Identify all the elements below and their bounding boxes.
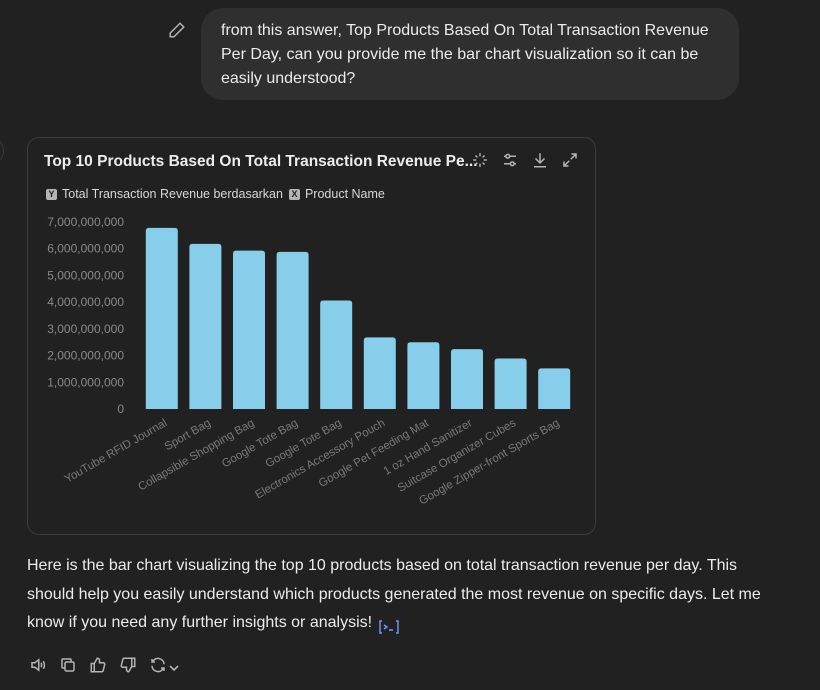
bar-chart: 0 1,000,000,000 2,000,000,000 3,000,000,000…: [47, 215, 571, 508]
y-tick-label: 6,000,000,000: [47, 242, 124, 256]
y-tick-label: 5,000,000,000: [47, 268, 124, 282]
regenerate-icon: [149, 656, 167, 674]
bar[interactable]: [145, 227, 178, 409]
assistant-message: Here is the bar chart visualizing the to…: [27, 552, 767, 638]
y-tick-label: 4,000,000,000: [47, 295, 124, 309]
bar[interactable]: [407, 342, 440, 409]
bar[interactable]: [451, 349, 483, 409]
y-tick-label: 3,000,000,000: [47, 322, 124, 336]
user-message-line: from this answer, Top Products Based On …: [221, 22, 709, 39]
speaker-icon[interactable]: [29, 656, 47, 674]
user-message-line: easily understood?: [221, 70, 356, 87]
y-tick-label: 7,000,000,000: [47, 215, 124, 229]
chevron-down-icon: [169, 660, 179, 672]
code-source-icon[interactable]: [378, 616, 399, 634]
bar[interactable]: [494, 358, 527, 409]
y-tick-label: 2,000,000,000: [47, 349, 124, 363]
collapsed-panel-handle[interactable]: [0, 137, 4, 165]
user-message-bubble: from this answer, Top Products Based On …: [201, 8, 739, 100]
bar[interactable]: [538, 368, 571, 409]
bar[interactable]: [320, 300, 353, 409]
edit-message-icon[interactable]: [168, 21, 186, 39]
bar[interactable]: [276, 251, 309, 409]
bar[interactable]: [363, 337, 396, 409]
y-tick-label: 1,000,000,000: [47, 375, 124, 389]
y-tick-label: 0: [117, 402, 124, 416]
message-actions: [29, 656, 179, 674]
user-message-line: Per Day, can you provide me the bar char…: [221, 46, 699, 63]
thumbs-down-icon[interactable]: [119, 656, 137, 674]
bar[interactable]: [233, 250, 265, 409]
bar[interactable]: [189, 243, 222, 409]
x-tick-label: Google Tote Bag: [220, 417, 300, 470]
thumbs-up-icon[interactable]: [89, 656, 107, 674]
copy-icon[interactable]: [59, 656, 77, 674]
regenerate-button[interactable]: [149, 656, 179, 674]
chart-card: Top 10 Products Based On Total Transacti…: [27, 137, 596, 535]
